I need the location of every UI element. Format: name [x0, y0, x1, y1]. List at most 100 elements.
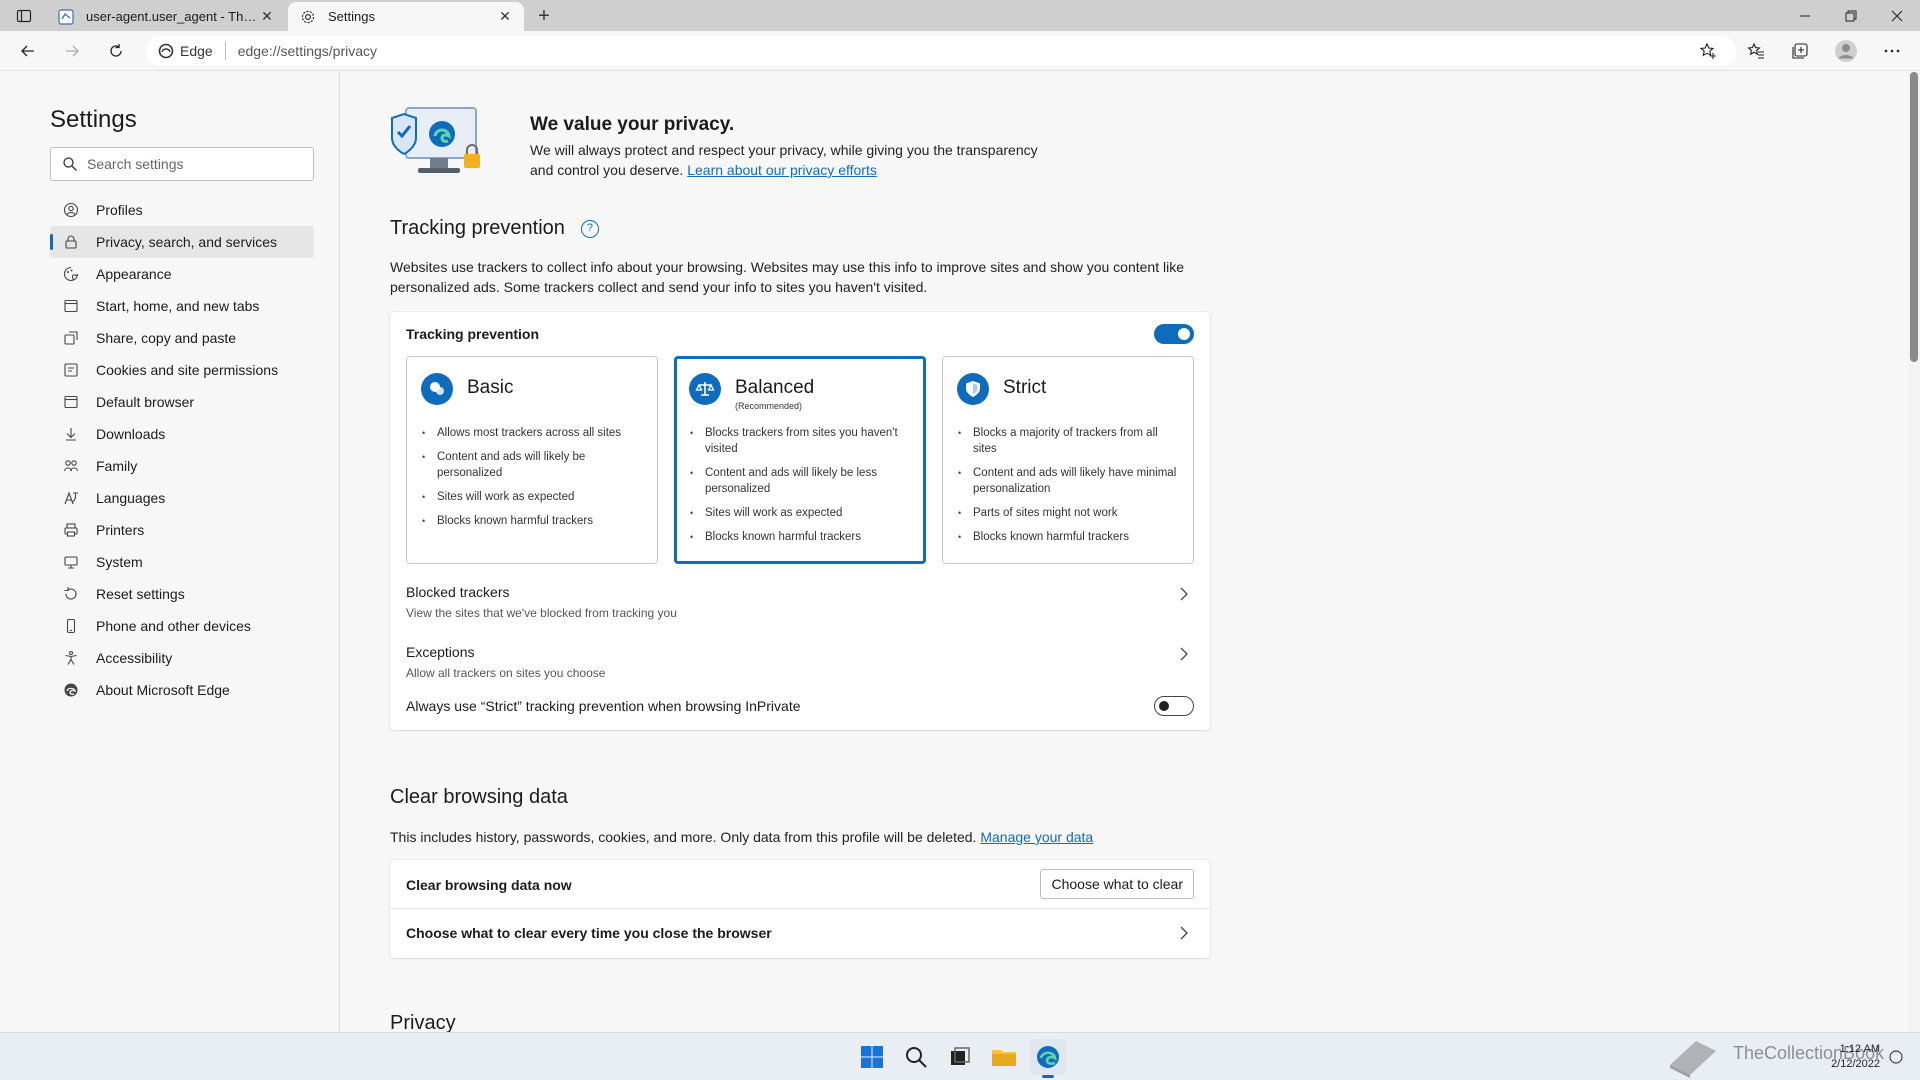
sidebar-item-accessibility[interactable]: Accessibility: [50, 642, 314, 674]
active-app-indicator: [1042, 1075, 1054, 1078]
cookies-icon: [62, 361, 80, 379]
row-subtitle: View the sites that we've blocked from t…: [406, 606, 677, 620]
url-text[interactable]: edge://settings/privacy: [238, 43, 377, 59]
privacy-illustration-icon: [391, 107, 480, 173]
back-arrow-icon: [21, 45, 34, 57]
option-bullets: Allows most trackers across all sites Co…: [422, 425, 643, 537]
clear-data-card: Clear browsing data now Choose what to c…: [390, 860, 1210, 958]
more-menu-button[interactable]: [1878, 37, 1906, 65]
sidebar-title: Settings: [50, 106, 137, 133]
sidebar-item-label: Downloads: [96, 426, 166, 442]
sidebar-item-reset[interactable]: Reset settings: [50, 578, 314, 610]
back-button[interactable]: [14, 37, 42, 65]
sidebar-item-share[interactable]: Share, copy and paste: [50, 322, 314, 354]
sidebar-item-default-browser[interactable]: Default browser: [50, 386, 314, 418]
forward-button[interactable]: [58, 37, 86, 65]
privacy-efforts-link[interactable]: Learn about our privacy efforts: [687, 162, 877, 178]
sidebar-item-languages[interactable]: Languages: [50, 482, 314, 514]
refresh-button[interactable]: [102, 37, 130, 65]
scrollbar-thumb[interactable]: [1910, 72, 1918, 362]
sidebar-item-label: System: [96, 554, 143, 570]
task-view-button[interactable]: [942, 1039, 978, 1075]
book-watermark-icon: [1670, 1041, 1716, 1078]
system-icon: [62, 553, 80, 571]
tracking-option-balanced[interactable]: Balanced (Recommended) Blocks trackers f…: [674, 356, 926, 564]
favorites-icon: [1747, 42, 1764, 59]
minimize-button[interactable]: [1782, 0, 1828, 31]
accessibility-icon: [62, 649, 80, 667]
option-bullet: Sites will work as expected: [422, 489, 643, 505]
exceptions-row[interactable]: Exceptions Allow all trackers on sites y…: [390, 636, 1210, 692]
tab-close-icon[interactable]: ✕: [496, 8, 514, 25]
help-icon[interactable]: ?: [580, 220, 599, 238]
tracking-option-strict[interactable]: Strict Blocks a majority of trackers fro…: [942, 356, 1194, 564]
settings-search[interactable]: [50, 147, 314, 181]
sidebar-item-system[interactable]: System: [50, 546, 314, 578]
windows-taskbar: TheCollectionBook 1:12 AM 2/12/2022: [0, 1032, 1920, 1080]
hero-text: We will always protect and respect your …: [530, 140, 1050, 180]
search-icon: [906, 1047, 927, 1068]
sidebar-item-phone[interactable]: Phone and other devices: [50, 610, 314, 642]
balance-scale-icon: [689, 373, 721, 405]
address-bar[interactable]: Edge edge://settings/privacy: [146, 36, 1736, 66]
new-tab-button[interactable]: +: [532, 4, 556, 28]
clock-time[interactable]: 1:12 AM: [1820, 1043, 1880, 1055]
file-explorer-button[interactable]: [986, 1039, 1022, 1075]
add-favorite-button[interactable]: [1694, 37, 1722, 65]
tracking-option-basic[interactable]: Basic Allows most trackers across all si…: [406, 356, 658, 564]
sidebar-item-label: Appearance: [96, 266, 172, 282]
clear-on-close-row[interactable]: Choose what to clear every time you clos…: [390, 909, 1210, 958]
sidebar-item-label: Family: [96, 458, 138, 474]
tracking-card: Tracking prevention Basic Allows most tr…: [390, 312, 1210, 730]
option-bullet: Allows most trackers across all sites: [422, 425, 643, 441]
page-scrollbar[interactable]: [1908, 72, 1920, 1032]
avatar-icon: [1835, 40, 1857, 62]
phone-icon: [62, 617, 80, 635]
taskbar-search-button[interactable]: [898, 1039, 934, 1075]
family-icon: [62, 457, 80, 475]
windows-logo-icon: [861, 1046, 883, 1068]
sidebar-item-label: Cookies and site permissions: [96, 362, 279, 378]
sidebar-item-about[interactable]: About Microsoft Edge: [50, 674, 314, 706]
start-button[interactable]: [854, 1039, 890, 1075]
sidebar-item-start-home[interactable]: Start, home, and new tabs: [50, 290, 314, 322]
choose-what-to-clear-button[interactable]: Choose what to clear: [1040, 869, 1194, 899]
inprivate-strict-toggle[interactable]: [1154, 696, 1194, 716]
sidebar-item-family[interactable]: Family: [50, 450, 314, 482]
star-plus-icon: [1699, 42, 1716, 59]
search-input[interactable]: [87, 156, 307, 172]
sidebar-item-privacy[interactable]: Privacy, search, and services: [50, 226, 314, 258]
edge-logo-icon: [158, 43, 174, 59]
blocked-trackers-row[interactable]: Blocked trackers View the sites that we'…: [390, 576, 1210, 632]
row-subtitle: Allow all trackers on sites you choose: [406, 666, 606, 680]
tab-user-agent[interactable]: user-agent.user_agent - The Coll ✕: [46, 2, 286, 31]
notification-icon[interactable]: [1888, 1049, 1904, 1065]
tracking-description: Websites use trackers to collect info ab…: [390, 259, 1184, 295]
profile-icon: [62, 201, 80, 219]
edge-taskbar-button[interactable]: [1030, 1039, 1066, 1078]
clock-date[interactable]: 2/12/2022: [1820, 1058, 1880, 1070]
tab-settings[interactable]: Settings ✕: [288, 2, 524, 31]
page-favicon-icon: [56, 7, 76, 27]
tab-actions-button[interactable]: [8, 4, 40, 28]
profile-button[interactable]: [1832, 37, 1860, 65]
restore-button[interactable]: [1828, 0, 1874, 31]
tracking-prevention-toggle[interactable]: [1154, 324, 1194, 344]
sidebar-item-appearance[interactable]: Appearance: [50, 258, 314, 290]
collections-button[interactable]: [1786, 37, 1814, 65]
forward-arrow-icon: [66, 45, 79, 57]
sidebar-item-label: Default browser: [96, 394, 195, 410]
title-bar: user-agent.user_agent - The Coll ✕ Setti…: [0, 0, 1920, 31]
sidebar-item-profiles[interactable]: Profiles: [50, 194, 314, 226]
privacy-section-title: Privacy: [390, 1012, 456, 1032]
tab-actions-icon: [16, 9, 32, 23]
manage-data-link[interactable]: Manage your data: [980, 829, 1093, 845]
favorites-button[interactable]: [1742, 37, 1770, 65]
sidebar-item-label: Profiles: [96, 202, 143, 218]
inprivate-strict-label: Always use “Strict” tracking prevention …: [406, 698, 801, 714]
sidebar-item-cookies[interactable]: Cookies and site permissions: [50, 354, 314, 386]
close-window-button[interactable]: [1874, 0, 1920, 31]
sidebar-item-downloads[interactable]: Downloads: [50, 418, 314, 450]
tab-close-icon[interactable]: ✕: [258, 8, 276, 25]
sidebar-item-printers[interactable]: Printers: [50, 514, 314, 546]
